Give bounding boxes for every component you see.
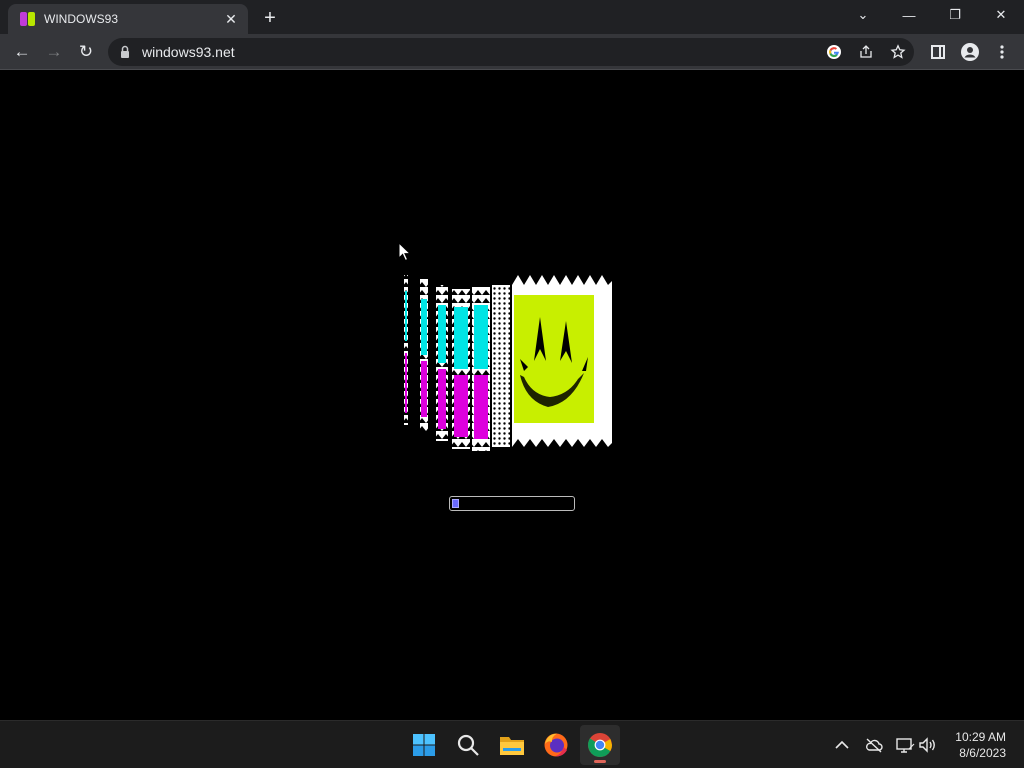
tab-close-icon[interactable]: ✕ bbox=[222, 10, 240, 28]
back-button[interactable]: ← bbox=[8, 38, 36, 66]
clock-time: 10:29 AM bbox=[955, 730, 1006, 744]
active-app-indicator bbox=[594, 760, 606, 763]
star-icon[interactable] bbox=[888, 42, 908, 62]
firefox-icon[interactable] bbox=[536, 725, 576, 765]
show-hidden-icons-icon[interactable] bbox=[832, 735, 852, 755]
google-icon[interactable] bbox=[824, 42, 844, 62]
mouse-cursor-icon bbox=[398, 242, 412, 262]
loading-progress-bar bbox=[449, 496, 575, 511]
reload-button[interactable]: ↻ bbox=[72, 38, 100, 66]
windows93-favicon-icon bbox=[20, 12, 36, 26]
volume-icon[interactable] bbox=[918, 735, 938, 755]
url-text[interactable]: windows93.net bbox=[142, 44, 235, 60]
tab-windows93[interactable]: WINDOWS93 ✕ bbox=[8, 4, 248, 34]
restore-button[interactable]: ❐ bbox=[932, 0, 978, 30]
menu-icon[interactable] bbox=[988, 38, 1016, 66]
address-bar[interactable]: windows93.net bbox=[108, 38, 914, 66]
new-tab-button[interactable]: + bbox=[258, 6, 282, 30]
tab-strip: WINDOWS93 ✕ + ⌄ — ❐ ✕ bbox=[0, 0, 1024, 34]
search-icon[interactable] bbox=[448, 725, 488, 765]
clock-date: 8/6/2023 bbox=[959, 746, 1006, 760]
share-icon[interactable] bbox=[856, 42, 876, 62]
minimize-button[interactable]: — bbox=[886, 0, 932, 30]
onedrive-offline-icon[interactable] bbox=[864, 735, 884, 755]
browser-window: WINDOWS93 ✕ + ⌄ — ❐ ✕ ← → ↻ windows93.ne… bbox=[0, 0, 1024, 720]
tab-search-button[interactable]: ⌄ bbox=[840, 0, 886, 30]
loading-progress-fill bbox=[452, 499, 459, 508]
close-window-button[interactable]: ✕ bbox=[978, 0, 1024, 30]
side-panel-icon[interactable] bbox=[924, 38, 952, 66]
system-clock[interactable]: 10:29 AM 8/6/2023 bbox=[955, 729, 1006, 761]
windows93-logo-icon bbox=[404, 275, 612, 451]
forward-button[interactable]: → bbox=[40, 38, 68, 66]
lock-icon[interactable] bbox=[120, 45, 130, 59]
chrome-icon[interactable] bbox=[580, 725, 620, 765]
page-viewport[interactable] bbox=[0, 71, 1024, 720]
tab-title: WINDOWS93 bbox=[44, 12, 119, 26]
network-icon[interactable] bbox=[895, 735, 915, 755]
profile-icon[interactable] bbox=[956, 38, 984, 66]
start-icon[interactable] bbox=[404, 725, 444, 765]
taskbar: 10:29 AM 8/6/2023 bbox=[0, 720, 1024, 768]
browser-toolbar: ← → ↻ windows93.net bbox=[0, 34, 1024, 70]
file-explorer-icon[interactable] bbox=[492, 725, 532, 765]
